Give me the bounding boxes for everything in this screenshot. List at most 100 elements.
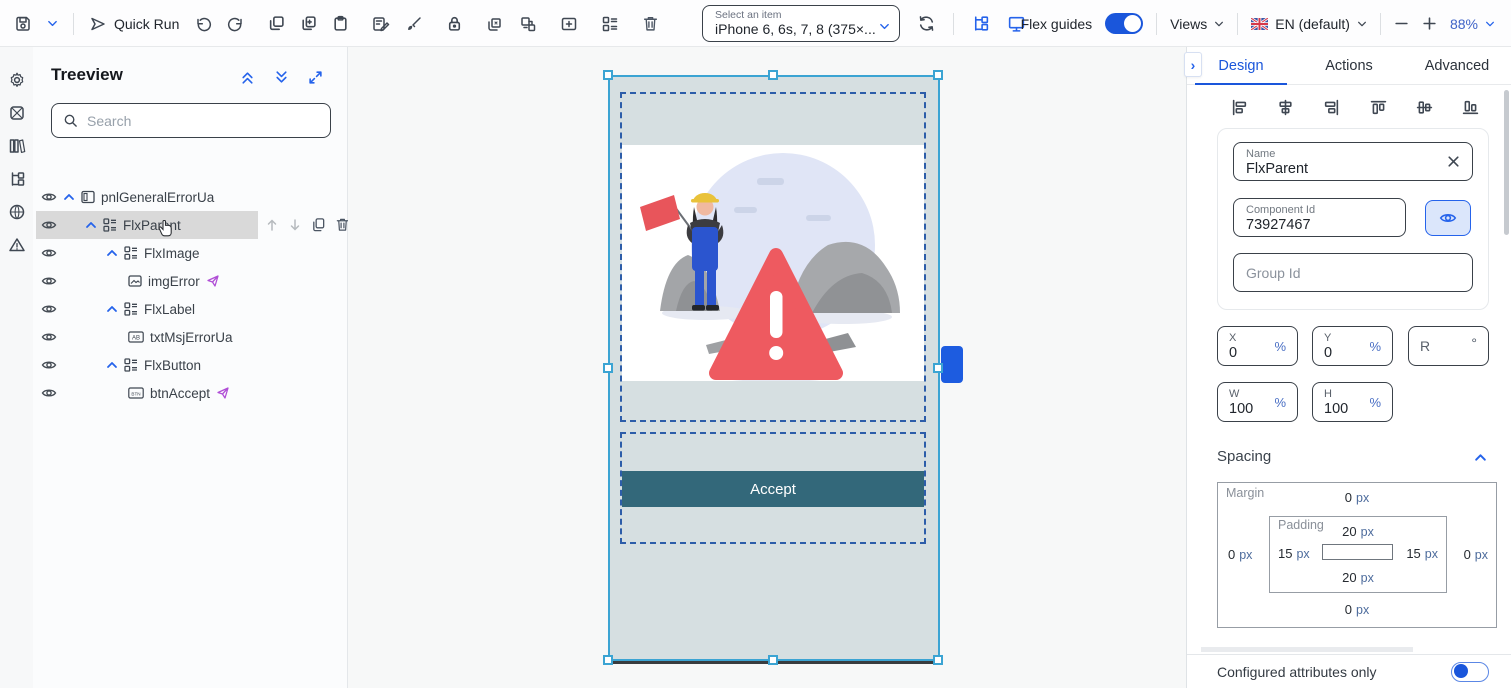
visibility-eye-icon[interactable]	[41, 385, 57, 401]
spacing-collapse-icon[interactable]	[1474, 451, 1487, 464]
new-folder-icon[interactable]	[560, 15, 578, 33]
tree-row-FlxParent[interactable]: FlxParent	[33, 211, 348, 239]
clear-name-icon[interactable]	[1446, 154, 1461, 169]
globe-icon[interactable]	[8, 203, 26, 221]
tab-actions[interactable]: Actions	[1295, 47, 1403, 84]
flex-guide-image-label[interactable]	[620, 92, 926, 422]
tree-row-pnlGeneralErrorUa[interactable]: pnlGeneralErrorUa	[33, 183, 348, 211]
tree-row-FlxImage[interactable]: FlxImage	[33, 239, 348, 267]
margin-box[interactable]: Margin 0px 0px 0px 0px Padding 20px 15px…	[1217, 482, 1497, 628]
move-up-icon[interactable]	[265, 218, 279, 232]
chevron-up-icon[interactable]	[63, 191, 75, 203]
zoom-in-button[interactable]	[1422, 16, 1437, 31]
padding-left-value[interactable]: 15	[1278, 546, 1292, 561]
visibility-eye-icon[interactable]	[41, 217, 57, 233]
align-center-horizontal-icon[interactable]	[1277, 99, 1294, 116]
rotation-field[interactable]: R °	[1408, 326, 1489, 366]
visibility-eye-icon[interactable]	[41, 357, 57, 373]
selection-handle-top-right[interactable]	[933, 70, 943, 80]
align-bottom-icon[interactable]	[1462, 99, 1479, 116]
padding-box[interactable]: Padding 20px 15px 15px 20px	[1269, 516, 1447, 593]
chevron-up-icon[interactable]	[106, 303, 118, 315]
align-top-icon[interactable]	[1370, 99, 1387, 116]
y-field[interactable]: Y 0 %	[1312, 326, 1393, 366]
content-box[interactable]	[1322, 544, 1393, 560]
tree-row-imgError[interactable]: imgError	[33, 267, 348, 295]
configured-attributes-toggle[interactable]	[1451, 662, 1489, 682]
lock-icon[interactable]	[446, 15, 463, 32]
flex-guide-button[interactable]: Accept	[620, 432, 926, 544]
chevron-up-icon[interactable]	[106, 247, 118, 259]
expand-all-icon[interactable]	[274, 70, 289, 85]
selection-handle-bottom-center[interactable]	[768, 655, 778, 665]
collapse-all-icon[interactable]	[240, 70, 255, 85]
tree-search-input[interactable]: Search	[51, 103, 331, 138]
padding-bottom-value[interactable]: 20	[1342, 570, 1356, 585]
tree-row-btnAccept[interactable]: btnAccept	[33, 379, 348, 407]
group-id-field[interactable]: Group Id	[1233, 253, 1473, 292]
align-left-icon[interactable]	[1231, 99, 1248, 116]
tree-item-label[interactable]: btnAccept	[150, 386, 210, 401]
visibility-eye-icon[interactable]	[41, 189, 57, 205]
chevron-up-icon[interactable]	[106, 359, 118, 371]
selection-handle-top-left[interactable]	[603, 70, 613, 80]
margin-right-value[interactable]: 0	[1464, 547, 1471, 562]
navigate-action-icon[interactable]	[216, 386, 230, 400]
tab-advanced[interactable]: Advanced	[1403, 47, 1511, 84]
copy-icon[interactable]	[268, 15, 285, 32]
visibility-eye-icon[interactable]	[41, 273, 57, 289]
device-selector[interactable]: Select an item iPhone 6, 6s, 7, 8 (375×.…	[702, 5, 900, 42]
collapse-panel-button[interactable]: ›	[1184, 52, 1202, 77]
flex-guides-toggle[interactable]	[1105, 13, 1143, 34]
device-screen[interactable]: Accept	[608, 75, 940, 661]
padding-top-value[interactable]: 20	[1342, 524, 1356, 539]
warnings-icon[interactable]	[8, 236, 26, 254]
panel-scrollbar[interactable]	[1504, 90, 1509, 235]
tree-item-label[interactable]: FlxButton	[144, 358, 201, 373]
component-visibility-button[interactable]	[1425, 200, 1471, 236]
name-field[interactable]: Name FlxParent	[1233, 142, 1473, 181]
padding-right-value[interactable]: 15	[1406, 546, 1420, 561]
x-field[interactable]: X 0 %	[1217, 326, 1298, 366]
tree-item-label[interactable]: txtMsjErrorUa	[150, 330, 233, 345]
hierarchy-view-icon[interactable]	[971, 14, 990, 33]
quick-run-button[interactable]: Quick Run	[89, 15, 179, 33]
language-dropdown[interactable]: EN (default)	[1251, 16, 1367, 32]
visibility-eye-icon[interactable]	[41, 245, 57, 261]
navigate-action-icon[interactable]	[206, 274, 220, 288]
tree-item-label[interactable]: imgError	[148, 274, 200, 289]
design-canvas[interactable]: Accept	[348, 47, 1186, 688]
selection-handle-bottom-left[interactable]	[603, 655, 613, 665]
tree-row-FlxButton[interactable]: FlxButton	[33, 351, 348, 379]
tree-structure-icon[interactable]	[8, 170, 26, 188]
bring-forward-icon[interactable]	[486, 15, 504, 33]
tree-item-label[interactable]: FlxLabel	[144, 302, 195, 317]
save-options-chevron-icon[interactable]	[47, 18, 58, 29]
delete-icon[interactable]	[642, 15, 659, 32]
margin-bottom-value[interactable]: 0	[1345, 602, 1352, 617]
move-down-icon[interactable]	[288, 218, 302, 232]
redo-icon[interactable]	[227, 15, 245, 33]
send-backward-icon[interactable]	[519, 15, 537, 33]
library-icon[interactable]	[8, 137, 26, 155]
visibility-eye-icon[interactable]	[41, 329, 57, 345]
visibility-eye-icon[interactable]	[41, 301, 57, 317]
component-id-field[interactable]: Component Id 73927467	[1233, 198, 1406, 237]
align-center-vertical-icon[interactable]	[1416, 99, 1433, 116]
refresh-icon[interactable]	[917, 14, 936, 33]
brush-icon[interactable]	[405, 15, 423, 33]
tree-item-label[interactable]: FlxImage	[144, 246, 200, 261]
zoom-level-dropdown[interactable]: 88%	[1450, 16, 1495, 32]
settings-gear-icon[interactable]	[8, 71, 26, 89]
accept-button[interactable]: Accept	[622, 471, 924, 507]
undo-icon[interactable]	[194, 15, 212, 33]
height-field[interactable]: H 100 %	[1312, 382, 1393, 422]
apply-skin-icon[interactable]	[372, 15, 390, 33]
save-icon[interactable]	[14, 15, 32, 33]
selection-handle-bottom-right[interactable]	[933, 655, 943, 665]
widgets-icon[interactable]	[601, 15, 619, 33]
duplicate-icon[interactable]	[300, 15, 317, 32]
margin-left-value[interactable]: 0	[1228, 547, 1235, 562]
views-dropdown[interactable]: Views	[1170, 16, 1224, 32]
width-field[interactable]: W 100 %	[1217, 382, 1298, 422]
